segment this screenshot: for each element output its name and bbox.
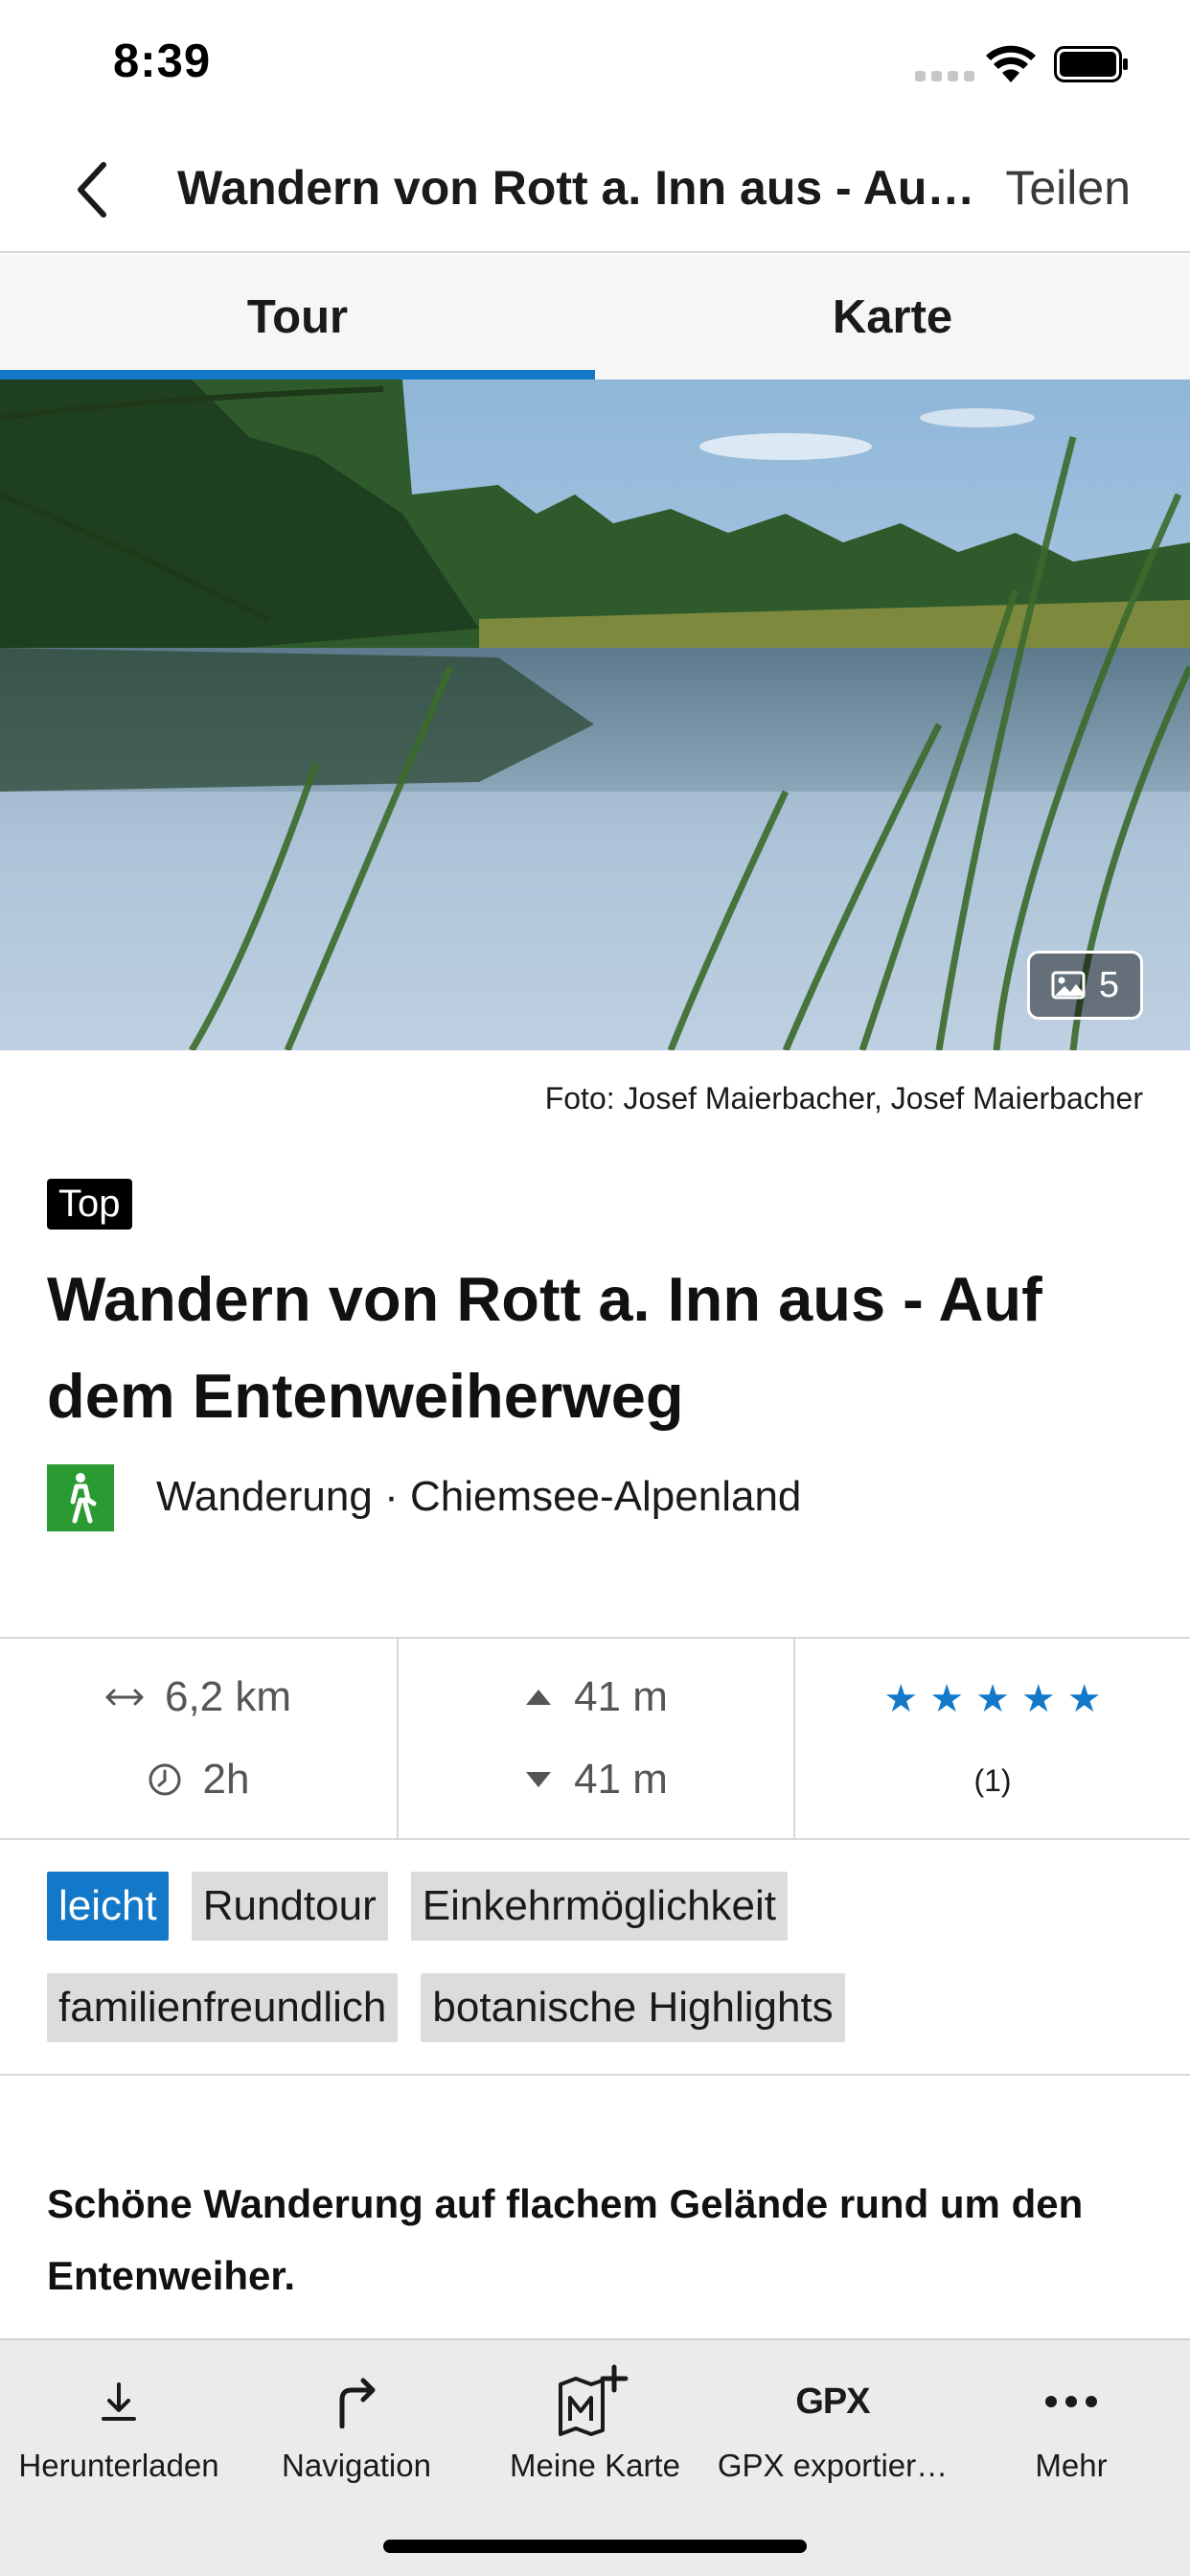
descent-value: 41 m bbox=[574, 1756, 668, 1803]
battery-icon bbox=[1054, 46, 1128, 82]
duration-value: 2h bbox=[202, 1756, 250, 1803]
download-icon bbox=[102, 2382, 136, 2421]
gpx-export-button[interactable]: GPX GPX exportier… bbox=[714, 2340, 951, 2494]
tag: botanische Highlights bbox=[421, 1973, 845, 2042]
clock-icon bbox=[149, 1763, 181, 1796]
tag-difficulty: leicht bbox=[47, 1872, 169, 1941]
descent: 41 m bbox=[399, 1756, 793, 1804]
short-description: Schöne Wanderung auf flachem Gelände run… bbox=[47, 2181, 1084, 2298]
tag-list: leicht Rundtour Einkehrmöglichkeit famil… bbox=[47, 1872, 1149, 2042]
star-icon: ★ bbox=[1020, 1678, 1056, 1720]
distance: 6,2 km bbox=[0, 1673, 397, 1721]
gpx-export-label: GPX exportier… bbox=[717, 2448, 949, 2483]
bottom-toolbar: Herunterladen Navigation Meine Karte GPX… bbox=[0, 2338, 1190, 2576]
status-time: 8:39 bbox=[113, 35, 212, 87]
status-bar: 8:39 bbox=[0, 0, 1190, 126]
hiking-icon bbox=[47, 1464, 114, 1531]
descent-triangle-icon bbox=[526, 1772, 552, 1787]
cellular-signal-icon bbox=[915, 71, 974, 81]
tag: familienfreundlich bbox=[47, 1973, 399, 2042]
chevron-left-icon bbox=[78, 162, 106, 218]
tour-stats: 6,2 km 2h 41 m 41 m ★ ★ ★ ★ ★ (1) bbox=[0, 1637, 1190, 1840]
tab-bar: Tour Karte bbox=[0, 255, 1190, 380]
more-button[interactable]: Mehr bbox=[952, 2340, 1190, 2494]
tag: Einkehrmöglichkeit bbox=[410, 1872, 789, 1941]
tab-tour[interactable]: Tour bbox=[0, 255, 595, 380]
navigation-bar: Wandern von Rott a. Inn aus - Auf dem En… bbox=[0, 126, 1190, 253]
turn-right-arrow-icon bbox=[339, 2378, 376, 2428]
divider bbox=[0, 2074, 1190, 2076]
share-button[interactable]: Teilen bbox=[1005, 160, 1131, 216]
map-add-icon bbox=[559, 2364, 629, 2436]
top-badge: Top bbox=[47, 1179, 132, 1230]
star-icon: ★ bbox=[929, 1678, 965, 1720]
photo-count: 5 bbox=[1098, 964, 1119, 1005]
distance-duration-cell: 6,2 km 2h bbox=[0, 1639, 397, 1838]
category-text: Wanderung · Chiemsee-Alpenland bbox=[156, 1473, 802, 1520]
more-dots-icon bbox=[1045, 2396, 1097, 2407]
duration: 2h bbox=[0, 1756, 397, 1804]
star-icon: ★ bbox=[1066, 1678, 1102, 1720]
more-label: Mehr bbox=[1035, 2448, 1108, 2483]
tab-karte[interactable]: Karte bbox=[595, 255, 1190, 380]
tag: Rundtour bbox=[191, 1872, 388, 1941]
my-map-button[interactable]: Meine Karte bbox=[476, 2340, 714, 2494]
navigation-button[interactable]: Navigation bbox=[238, 2340, 475, 2494]
navigation-label: Navigation bbox=[282, 2448, 431, 2483]
nav-title: Wandern von Rott a. Inn aus - Auf dem En… bbox=[177, 161, 982, 215]
ascent: 41 m bbox=[399, 1673, 793, 1721]
tour-title: Wandern von Rott a. Inn aus - Auf dem En… bbox=[47, 1264, 1042, 1431]
image-icon bbox=[1051, 971, 1086, 1000]
star-icon: ★ bbox=[975, 1678, 1010, 1720]
download-button[interactable]: Herunterladen bbox=[0, 2340, 238, 2494]
elevation-cell: 41 m 41 m bbox=[397, 1639, 793, 1838]
photo-count-badge[interactable]: 5 bbox=[1026, 951, 1143, 1020]
my-map-label: Meine Karte bbox=[510, 2448, 680, 2483]
back-button[interactable] bbox=[57, 155, 126, 224]
lake-photo bbox=[0, 380, 1190, 1050]
download-label: Herunterladen bbox=[18, 2448, 219, 2483]
rating-stars: ★ ★ ★ ★ ★ bbox=[795, 1677, 1190, 1721]
star-icon: ★ bbox=[883, 1678, 919, 1720]
home-indicator[interactable] bbox=[383, 2540, 807, 2553]
ascent-triangle-icon bbox=[526, 1690, 552, 1705]
distance-value: 6,2 km bbox=[164, 1673, 292, 1720]
gpx-icon: GPX bbox=[795, 2380, 870, 2422]
wifi-icon bbox=[986, 45, 1036, 82]
distance-arrow-icon bbox=[105, 1689, 144, 1706]
hero-image[interactable]: 5 bbox=[0, 380, 1190, 1050]
ascent-value: 41 m bbox=[574, 1673, 668, 1720]
rating-count: (1) bbox=[973, 1763, 1012, 1798]
rating-cell[interactable]: ★ ★ ★ ★ ★ (1) bbox=[793, 1639, 1190, 1838]
photo-credit: Foto: Josef Maierbacher, Josef Maierbach… bbox=[544, 1081, 1143, 1116]
